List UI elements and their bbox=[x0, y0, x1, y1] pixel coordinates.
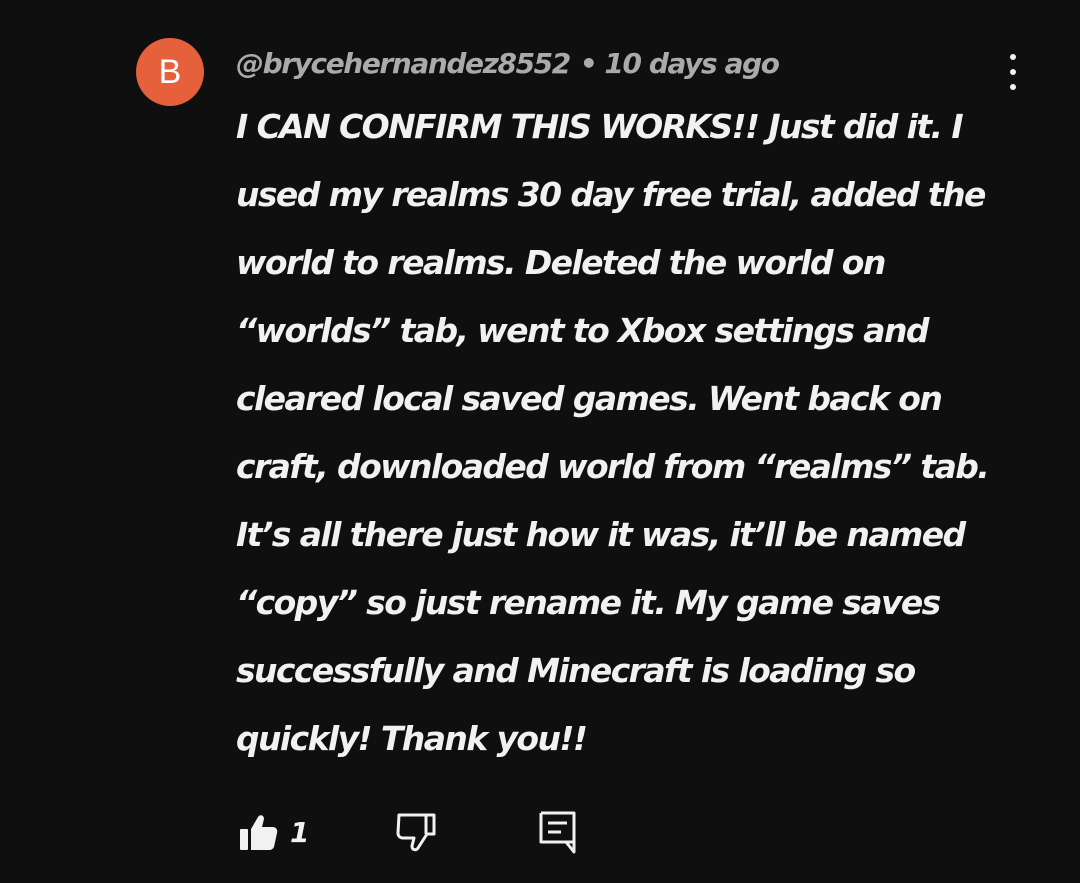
avatar[interactable]: B bbox=[136, 38, 204, 106]
comment-text: I CAN CONFIRM THIS WORKS!! Just did it. … bbox=[236, 93, 1016, 773]
comment-line: I CAN CONFIRM THIS WORKS!! Just did it. … bbox=[236, 107, 964, 146]
comment-line: cleared local saved games. Went back on bbox=[236, 379, 943, 418]
author-handle[interactable]: @brycehernandez8552 bbox=[236, 47, 571, 80]
comment-line: “worlds” tab, went to Xbox settings and bbox=[236, 311, 929, 350]
menu-dot bbox=[1010, 54, 1016, 60]
comment-line: “copy” so just rename it. My game saves bbox=[236, 583, 941, 622]
comment-timestamp[interactable]: 10 days ago bbox=[604, 47, 780, 80]
like-count: 1 bbox=[290, 815, 310, 849]
comment: B @brycehernandez8552 • 10 days ago I CAN … bbox=[0, 0, 1080, 883]
comment-line: quickly! Thank you!! bbox=[236, 719, 588, 758]
reply-button[interactable] bbox=[536, 806, 580, 858]
menu-dot bbox=[1010, 84, 1016, 90]
dislike-button[interactable] bbox=[394, 806, 438, 858]
comment-line: successfully and Minecraft is loading so bbox=[236, 651, 916, 690]
thumbs-down-icon bbox=[396, 813, 436, 852]
comment-line: used my realms 30 day free trial, added … bbox=[236, 175, 986, 214]
header-separator: • bbox=[579, 47, 598, 80]
thumbs-up-icon bbox=[240, 815, 278, 850]
comment-line: craft, downloaded world from “realms” ta… bbox=[236, 447, 990, 486]
avatar-letter: B bbox=[158, 52, 182, 91]
comment-header: @brycehernandez8552 • 10 days ago bbox=[236, 44, 780, 84]
comment-actions: 1 bbox=[236, 806, 656, 862]
like-button[interactable]: 1 bbox=[236, 806, 309, 858]
menu-dot bbox=[1010, 69, 1016, 75]
comment-line: It’s all there just how it was, it’ll be… bbox=[236, 515, 966, 554]
more-vert-icon[interactable] bbox=[995, 50, 1031, 94]
reply-comment-icon bbox=[539, 811, 576, 854]
comment-line: world to realms. Deleted the world on bbox=[236, 243, 886, 282]
